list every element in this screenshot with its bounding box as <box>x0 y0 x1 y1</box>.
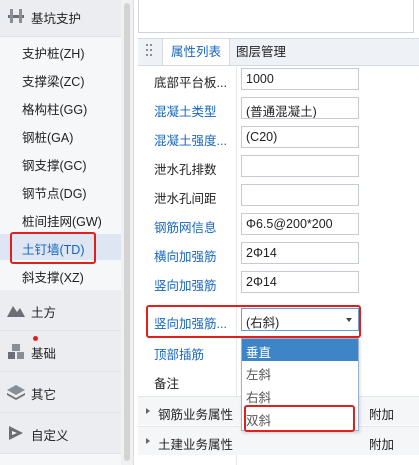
property-name: 横向加强筋 <box>154 250 217 264</box>
property-row: 混凝土类型 (普通混凝土) <box>138 94 419 123</box>
sidebar-item-label: 钢桩(GA) <box>22 131 74 145</box>
property-row: 横向加强筋 2Φ14 <box>138 239 419 268</box>
property-name: 钢筋网信息 <box>154 221 217 235</box>
tab-layer-management[interactable]: 图层管理 <box>228 39 294 65</box>
sidebar-item-zc[interactable]: 支撑梁(ZC) <box>0 66 121 92</box>
top-panel <box>138 0 414 33</box>
property-row: 混凝土强度... (C20) <box>138 123 419 152</box>
category-label: 基础 <box>31 347 57 361</box>
property-row: 泄水孔排数 <box>138 152 419 181</box>
notification-dot <box>33 336 38 341</box>
category-label: 其它 <box>31 388 57 402</box>
category-foundation[interactable]: 基础 <box>0 331 121 372</box>
property-value-input[interactable]: 1000 <box>241 68 359 90</box>
chevron-down-icon[interactable] <box>346 318 352 322</box>
sidebar-scrollbar[interactable] <box>121 0 134 465</box>
property-value-input[interactable]: 2Φ14 <box>241 271 359 293</box>
property-name: 竖向加强筋 <box>154 279 217 293</box>
property-row-active: 竖向加强筋... (右斜) <box>138 306 419 335</box>
property-value-input[interactable] <box>241 184 359 206</box>
property-name: 混凝土强度... <box>154 134 227 148</box>
scrollbar-thumb[interactable] <box>124 3 130 461</box>
sidebar-item-td[interactable]: 土钉墙(TD) <box>0 234 121 260</box>
dropdown-list: 垂直 左斜 右斜 双斜 <box>241 338 359 431</box>
combo-value: (右斜) <box>246 316 280 330</box>
sidebar-item-zh[interactable]: 支护桩(ZH) <box>0 38 121 64</box>
category-custom[interactable]: 自定义 <box>0 413 121 454</box>
sidebar-item-dg[interactable]: 钢节点(DG) <box>0 178 121 204</box>
property-row: 钢筋网信息 Φ6.5@200*200 <box>138 210 419 239</box>
drag-grip-icon[interactable] <box>146 44 154 60</box>
property-name: 竖向加强筋... <box>154 317 227 331</box>
property-name: 顶部插筋 <box>154 348 205 362</box>
dropdown-option-vertical[interactable]: 垂直 <box>242 339 358 361</box>
category-earthwork[interactable]: 土方 <box>0 290 121 331</box>
property-name: 备注 <box>154 377 180 391</box>
sidebar-item-ga[interactable]: 钢桩(GA) <box>0 122 121 148</box>
sidebar-item-label: 斜支撑(XZ) <box>22 271 84 285</box>
property-value-input[interactable] <box>241 155 359 177</box>
sidebar-item-label: 钢支撑(GC) <box>22 159 87 173</box>
property-value-input[interactable]: (C20) <box>241 126 359 148</box>
group-extra: 附加 <box>369 438 395 452</box>
category-label: 土方 <box>31 306 57 320</box>
layers-icon <box>7 385 25 400</box>
property-row: 泄水孔间距 <box>138 181 419 210</box>
sidebar-item-label: 桩间挂网(GW) <box>22 215 102 229</box>
property-value-input[interactable]: Φ6.5@200*200 <box>241 213 359 235</box>
sidebar-item-gw[interactable]: 桩间挂网(GW) <box>0 206 121 232</box>
tab-property-list[interactable]: 属性列表 <box>162 39 231 65</box>
category-other[interactable]: 其它 <box>0 372 121 413</box>
property-name: 泄水孔间距 <box>154 192 217 206</box>
sidebar-item-gg[interactable]: 格构柱(GG) <box>0 94 121 120</box>
properties-tab-bar: 属性列表 图层管理 <box>138 38 419 66</box>
sidebar-item-xz[interactable]: 斜支撑(XZ) <box>0 262 121 288</box>
sidebar-item-label: 支护桩(ZH) <box>22 47 85 61</box>
dropdown-option-right[interactable]: 右斜 <box>242 384 358 406</box>
property-row: 底部平台板... 1000 <box>138 65 419 94</box>
sidebar-item-label: 土钉墙(TD) <box>22 243 85 257</box>
expand-arrow-icon[interactable] <box>146 438 150 444</box>
group-name: 土建业务属性 <box>158 438 234 452</box>
earthwork-icon <box>7 306 25 317</box>
component-tree-sidebar: 基坑支护 支护桩(ZH) 支撑梁(ZC) 格构柱(GG) 钢桩(GA) 钢支撑(… <box>0 0 122 465</box>
group-name: 钢筋业务属性 <box>158 408 234 422</box>
property-name: 混凝土类型 <box>154 105 217 119</box>
property-value-input[interactable]: (普通混凝土) <box>241 97 359 119</box>
sidebar-item-gc[interactable]: 钢支撑(GC) <box>0 150 121 176</box>
custom-icon <box>9 426 23 440</box>
foundation-pit-support-icon <box>8 9 24 23</box>
group-extra: 附加 <box>369 408 395 422</box>
property-name: 泄水孔排数 <box>154 163 217 177</box>
property-value-input[interactable]: 2Φ14 <box>241 242 359 264</box>
category-foundation-pit-support[interactable]: 基坑支护 <box>0 0 121 37</box>
property-name: 底部平台板... <box>154 76 227 90</box>
category-label: 自定义 <box>31 429 69 443</box>
dropdown-option-double[interactable]: 双斜 <box>242 407 358 429</box>
dropdown-option-left[interactable]: 左斜 <box>242 361 358 383</box>
sidebar-item-label: 支撑梁(ZC) <box>22 75 85 89</box>
property-value-combo[interactable]: (右斜) <box>241 308 359 331</box>
foundation-icon <box>8 344 24 359</box>
expand-arrow-icon[interactable] <box>146 408 150 414</box>
category-label: 基坑支护 <box>31 12 82 26</box>
property-row: 竖向加强筋 2Φ14 <box>138 268 419 297</box>
sidebar-item-label: 格构柱(GG) <box>22 103 88 117</box>
sidebar-item-label: 钢节点(DG) <box>22 187 87 201</box>
